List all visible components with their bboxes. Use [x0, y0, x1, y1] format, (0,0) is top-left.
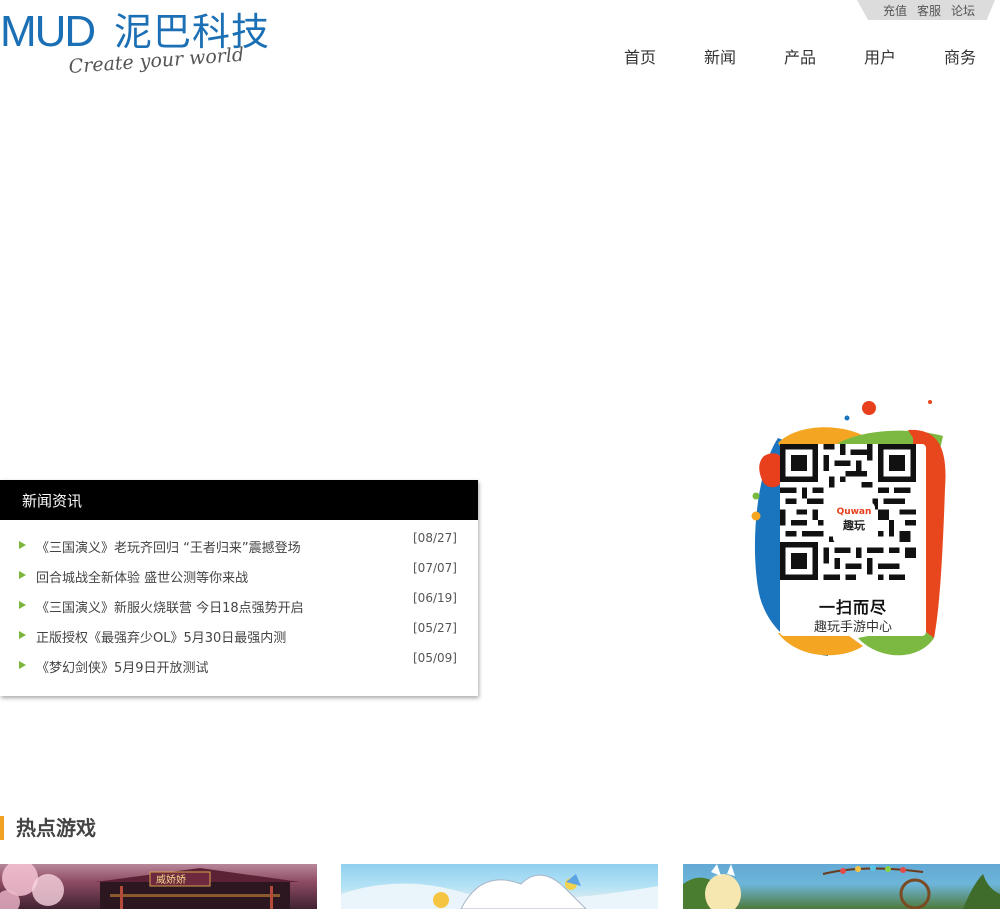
news-title-link[interactable]: 《梦幻剑侠》5月9日开放测试 — [36, 657, 209, 676]
qr-caption-main: 一扫而尽 — [818, 598, 887, 617]
qr-caption-sub: 趣玩手游中心 — [813, 620, 892, 635]
news-list-item: 《三国演义》新服火烧联营 今日18点强势开启 [06/19] — [0, 591, 478, 623]
badge-en-text: Quwan — [836, 507, 872, 517]
site-logo[interactable]: MUD 泥巴科技 Create your world — [0, 6, 280, 80]
game-3-artwork — [683, 864, 1000, 909]
quwan-logo-badge: Quwan 趣玩 — [833, 502, 875, 544]
qr-code-widget: Quwan 趣玩 一扫而尽 趣玩手游中心 — [748, 398, 952, 662]
nav-item-news[interactable]: 新闻 — [680, 46, 760, 70]
nav-item-business[interactable]: 商务 — [920, 46, 1000, 70]
news-title-link[interactable]: 《三国演义》新服火烧联营 今日18点强势开启 — [36, 597, 304, 616]
game-1-sign-text: 威娇娇 — [156, 875, 186, 886]
news-date: [06/19] — [413, 591, 457, 605]
qr-card: Quwan 趣玩 一扫而尽 趣玩手游中心 — [780, 444, 926, 636]
game-thumbnail-2[interactable] — [341, 864, 658, 909]
news-title-link[interactable]: 正版授权《最强弃少OL》5月30日最强内测 — [36, 627, 286, 646]
nav-item-home[interactable]: 首页 — [600, 46, 680, 70]
game-thumbnail-1[interactable]: 威娇娇 — [0, 864, 317, 909]
nav-item-users[interactable]: 用户 — [840, 46, 920, 70]
news-list-item: 回合城战全新体验 盛世公测等你来战 [07/07] — [0, 561, 478, 593]
hot-games-heading: 热点游戏 — [0, 816, 96, 840]
news-date: [05/27] — [413, 621, 457, 635]
main-nav: 首页 新闻 产品 用户 商务 — [600, 46, 1000, 70]
logo-mud-text: MUD — [0, 7, 96, 56]
news-date: [07/07] — [413, 561, 457, 575]
game-2-artwork — [341, 874, 658, 909]
news-list: 《三国演义》老玩齐回归 “王者归来”震撼登场 [08/27] 回合城战全新体验 … — [0, 520, 478, 683]
news-title-link[interactable]: 回合城战全新体验 盛世公测等你来战 — [36, 567, 248, 586]
top-link-forum[interactable]: 论坛 — [951, 2, 975, 19]
news-heading: 新闻资讯 — [0, 480, 478, 520]
triangle-bullet-icon — [19, 661, 26, 669]
badge-cn-text: 趣玩 — [843, 519, 865, 532]
news-panel: 新闻资讯 《三国演义》老玩齐回归 “王者归来”震撼登场 [08/27] 回合城战… — [0, 480, 478, 696]
top-utility-links: 充值 客服 论坛 — [857, 0, 995, 20]
news-title-link[interactable]: 《三国演义》老玩齐回归 “王者归来”震撼登场 — [36, 537, 301, 556]
news-date: [05/09] — [413, 651, 457, 665]
nav-item-products[interactable]: 产品 — [760, 46, 840, 70]
news-list-item: 正版授权《最强弃少OL》5月30日最强内测 [05/27] — [0, 621, 478, 653]
news-list-item: 《梦幻剑侠》5月9日开放测试 [05/09] — [0, 651, 478, 683]
news-list-item: 《三国演义》老玩齐回归 “王者归来”震撼登场 [08/27] — [0, 531, 478, 563]
top-link-support[interactable]: 客服 — [917, 2, 941, 19]
top-link-recharge[interactable]: 充值 — [883, 2, 907, 19]
triangle-bullet-icon — [19, 601, 26, 609]
news-date: [08/27] — [413, 531, 457, 545]
triangle-bullet-icon — [19, 541, 26, 549]
game-thumbnail-3[interactable] — [683, 864, 1000, 909]
triangle-bullet-icon — [19, 631, 26, 639]
triangle-bullet-icon — [19, 571, 26, 579]
logo-slogan: Create your world — [68, 43, 245, 78]
